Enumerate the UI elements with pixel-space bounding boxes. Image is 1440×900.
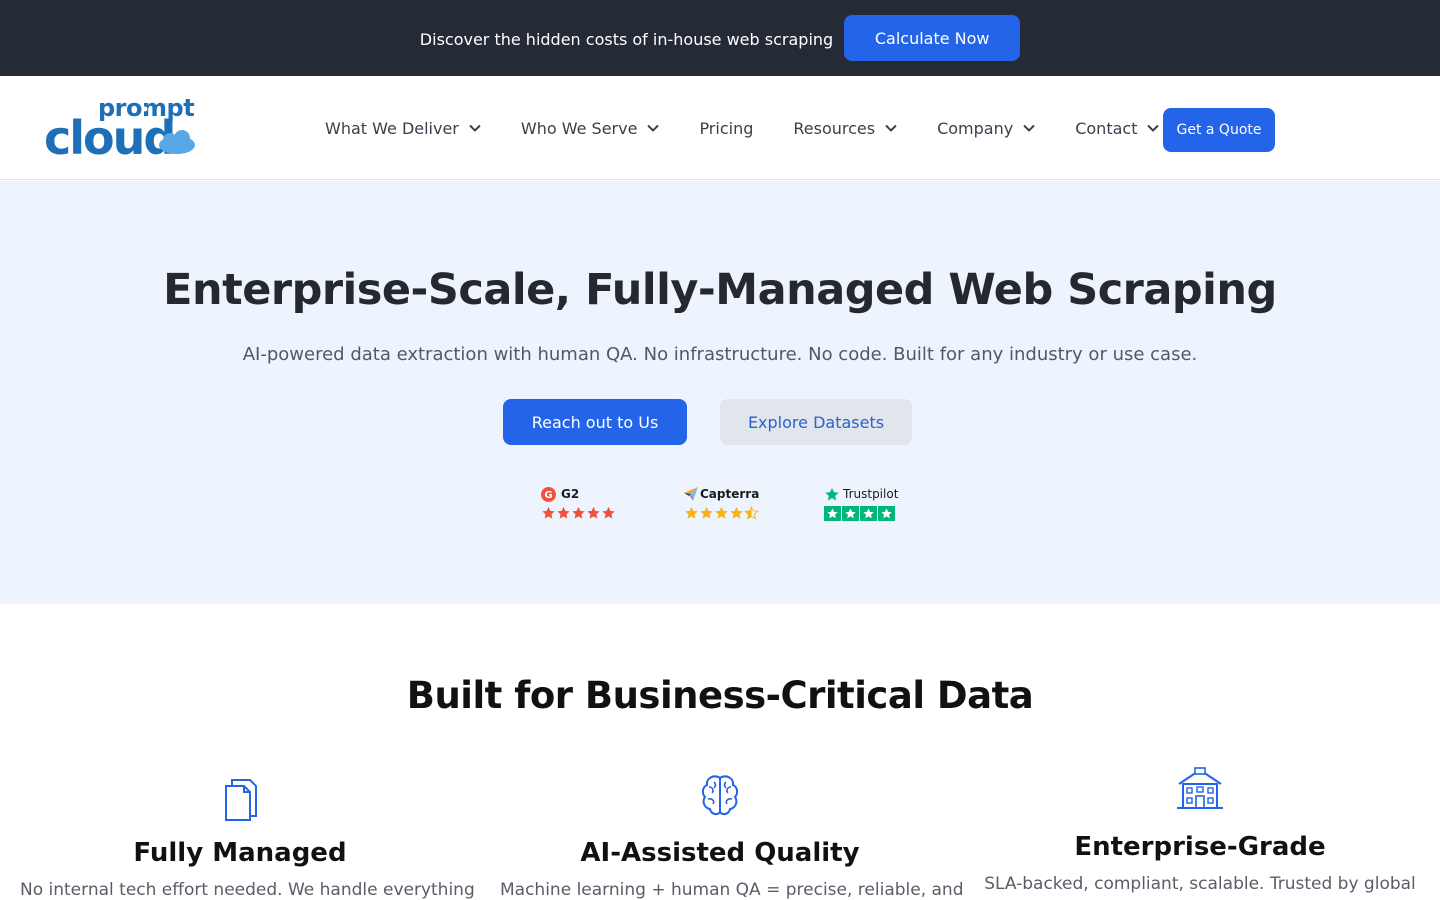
main-navbar: prompt cloud What We Deliver Who We Serv… [0, 76, 1440, 180]
star-icon [542, 506, 555, 519]
feature-title: Enterprise-Grade [1074, 832, 1326, 862]
chevron-down-icon [647, 124, 660, 132]
nav-item-label: What We Deliver [325, 118, 459, 138]
chevron-down-icon [1147, 124, 1160, 132]
star-icon [730, 506, 743, 519]
capterra-rating-badge[interactable]: Capterra [684, 486, 759, 526]
promptcloud-logo[interactable]: prompt cloud [44, 94, 198, 160]
announcement-text: Discover the hidden costs of in-house we… [419, 29, 834, 49]
nav-item-resources[interactable]: Resources [793, 119, 897, 138]
feature-title: AI-Assisted Quality [580, 838, 860, 868]
nav-item-label: Company [937, 118, 1014, 138]
feature-card-ai-assisted-quality: AI-Assisted Quality Machine learning + h… [500, 772, 964, 900]
explore-datasets-button[interactable]: Explore Datasets [720, 399, 912, 445]
star-icon [572, 506, 585, 519]
star-icon [715, 506, 728, 519]
rating-platform-name: G2 [561, 487, 580, 501]
trustpilot-rating-badge[interactable]: Trustpilot [824, 486, 898, 526]
star-icon [700, 506, 713, 519]
feature-description: Machine learning + human QA = precise, r… [500, 880, 964, 900]
star-box-icon [842, 506, 859, 521]
hero-subtitle: AI-powered data extraction with human QA… [242, 344, 1198, 365]
capterra-stars [684, 506, 759, 520]
building-icon [1177, 767, 1223, 809]
feature-title: Fully Managed [133, 838, 347, 868]
g2-stars [541, 506, 616, 520]
nav-item-pricing[interactable]: Pricing [699, 119, 753, 138]
document-icon [225, 779, 257, 821]
star-box-icon [860, 506, 877, 521]
reach-out-button[interactable]: Reach out to Us [503, 399, 687, 445]
nav-item-what-we-deliver[interactable]: What We Deliver [325, 119, 481, 138]
nav-item-contact[interactable]: Contact [1075, 118, 1160, 138]
feature-card-fully-managed: Fully Managed No internal tech effort ne… [20, 776, 475, 900]
nav-item-label: Pricing [699, 118, 754, 138]
chevron-down-icon [885, 124, 897, 132]
half-star-icon [744, 506, 759, 520]
calculate-now-button[interactable]: Calculate Now [844, 15, 1021, 61]
hero-title: Enterprise-Scale, Fully-Managed Web Scra… [163, 265, 1277, 315]
chevron-down-icon [469, 124, 481, 132]
rating-platform-name: Trustpilot [843, 487, 899, 501]
announcement-bar: Discover the hidden costs of in-house we… [0, 0, 1440, 76]
star-box-icon [878, 506, 895, 521]
nav-menu: What We Deliver Who We Serve Pricing Res… [325, 76, 1199, 180]
nav-item-label: Who We Serve [520, 118, 638, 138]
hero-section: Enterprise-Scale, Fully-Managed Web Scra… [0, 181, 1440, 604]
trustpilot-stars [824, 506, 898, 521]
feature-card-enterprise-grade: Enterprise-Grade SLA-backed, compliant, … [980, 766, 1420, 894]
g2-logo-icon: G [541, 486, 556, 502]
capterra-logo-icon [684, 487, 698, 501]
star-box-icon [824, 506, 841, 521]
features-section-title: Built for Business-Critical Data [406, 674, 1034, 717]
star-icon [587, 506, 600, 519]
chevron-down-icon [1023, 124, 1035, 132]
rating-platform-name: Capterra [700, 487, 760, 501]
star-icon [557, 506, 570, 519]
g2-rating-badge[interactable]: G G2 [541, 486, 616, 526]
star-icon [602, 506, 615, 519]
trustpilot-star-icon [825, 487, 839, 500]
nav-item-label: Contact [1075, 118, 1138, 138]
nav-item-company[interactable]: Company [937, 119, 1035, 138]
get-a-quote-button[interactable]: Get a Quote [1163, 108, 1275, 152]
brain-icon [701, 775, 739, 816]
star-icon [685, 506, 698, 519]
feature-description: SLA-backed, compliant, scalable. Trusted… [984, 874, 1416, 894]
feature-description: No internal tech effort needed. We handl… [20, 880, 475, 900]
nav-item-label: Resources [793, 118, 876, 138]
svg-text:G: G [544, 490, 552, 501]
logo-bottom-text: cloud [44, 111, 174, 160]
nav-item-who-we-serve[interactable]: Who We Serve [521, 119, 660, 138]
